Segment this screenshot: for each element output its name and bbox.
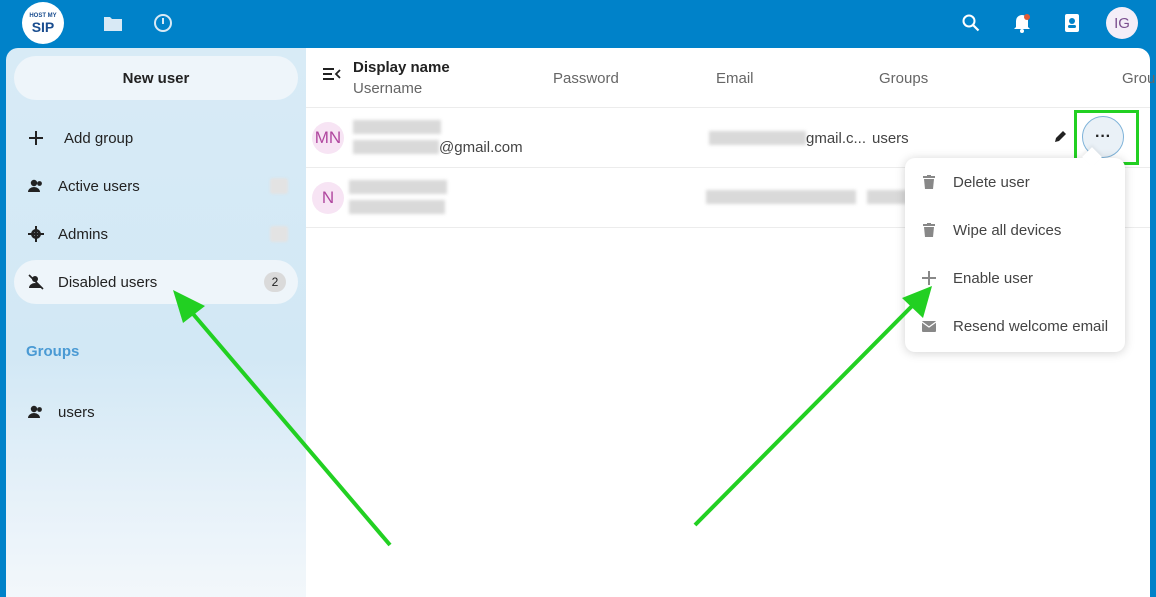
- avatar: MN: [312, 122, 344, 154]
- sidebar-item-disabled-users[interactable]: Disabled users 2: [14, 260, 298, 304]
- groups-value: users: [872, 130, 909, 147]
- column-header-groups: Groups: [879, 70, 929, 87]
- user-avatar[interactable]: IG: [1106, 7, 1138, 39]
- menu-item-label: Wipe all devices: [953, 221, 1062, 239]
- redacted-count: [270, 178, 288, 194]
- trash-icon: [905, 223, 953, 237]
- menu-item-label: Resend welcome email: [953, 317, 1109, 335]
- pencil-edit-icon[interactable]: [1053, 130, 1067, 149]
- groups-caption: Groups: [26, 343, 80, 360]
- sidebar-item-group-users[interactable]: users: [14, 390, 298, 434]
- users-icon: [14, 179, 58, 193]
- sidebar-item-label: Disabled users: [58, 273, 158, 291]
- add-group-label: Add group: [64, 129, 134, 147]
- redacted-username: [349, 200, 445, 214]
- column-header-username[interactable]: Username: [353, 80, 422, 97]
- app-logo[interactable]: HOST MY SIP: [22, 2, 64, 44]
- trash-icon: [905, 175, 953, 189]
- sidebar-item-active-users[interactable]: Active users: [14, 164, 298, 208]
- table-header: Display name Username Password Email Gro…: [306, 48, 1155, 108]
- users-icon: [14, 405, 58, 419]
- redacted-email: [709, 131, 806, 145]
- menu-item-delete-user[interactable]: Delete user: [905, 158, 1125, 206]
- contacts-icon[interactable]: [1060, 11, 1084, 35]
- plus-icon: [14, 131, 58, 145]
- activity-icon[interactable]: [151, 11, 175, 35]
- user-list-panel: Display name Username Password Email Gro…: [306, 48, 1155, 597]
- files-folder-icon[interactable]: [101, 11, 125, 35]
- redacted-username: [353, 140, 439, 154]
- redacted-email: [706, 190, 856, 204]
- username-suffix: @gmail.com: [439, 139, 523, 156]
- search-icon[interactable]: [959, 11, 983, 35]
- top-bar: HOST MY SIP IG: [0, 0, 1156, 48]
- avatar: N: [312, 182, 344, 214]
- sidebar-item-admins[interactable]: Admins: [14, 212, 298, 256]
- user-actions-menu: Delete user Wipe all devices Enable user…: [905, 158, 1125, 352]
- sidebar-item-label: users: [58, 403, 95, 421]
- column-header-email: Email: [716, 70, 754, 87]
- sidebar: New user Add group Active users Admins D…: [6, 48, 306, 597]
- sidebar-item-label: Active users: [58, 177, 140, 195]
- new-user-button[interactable]: New user: [14, 56, 298, 100]
- plus-icon: [905, 271, 953, 285]
- email-suffix: gmail.c...: [806, 130, 867, 147]
- redacted-display-name: [349, 180, 447, 194]
- toggle-sidebar-icon[interactable]: [323, 67, 341, 86]
- column-header-password: Password: [553, 70, 619, 87]
- disabled-users-count-badge: 2: [264, 272, 286, 292]
- notifications-bell-icon[interactable]: [1010, 11, 1034, 35]
- menu-item-wipe-all-devices[interactable]: Wipe all devices: [905, 206, 1125, 254]
- add-group-button[interactable]: Add group: [14, 116, 298, 160]
- redacted-groups: [867, 190, 907, 204]
- redacted-count: [270, 226, 288, 242]
- sidebar-item-label: Admins: [58, 225, 109, 243]
- email-icon: [905, 320, 953, 332]
- column-header-display-name[interactable]: Display name: [353, 59, 450, 76]
- gear-icon: [14, 226, 58, 242]
- menu-item-label: Enable user: [953, 269, 1034, 287]
- disabled-users-icon: [14, 274, 58, 290]
- menu-item-label: Delete user: [953, 173, 1030, 191]
- redacted-display-name: [353, 120, 441, 134]
- menu-item-enable-user[interactable]: Enable user: [905, 254, 1125, 302]
- column-header-group-admin: Grou: [1122, 70, 1156, 87]
- menu-item-resend-welcome-email[interactable]: Resend welcome email: [905, 302, 1125, 350]
- logo-main-text: SIP: [31, 18, 55, 35]
